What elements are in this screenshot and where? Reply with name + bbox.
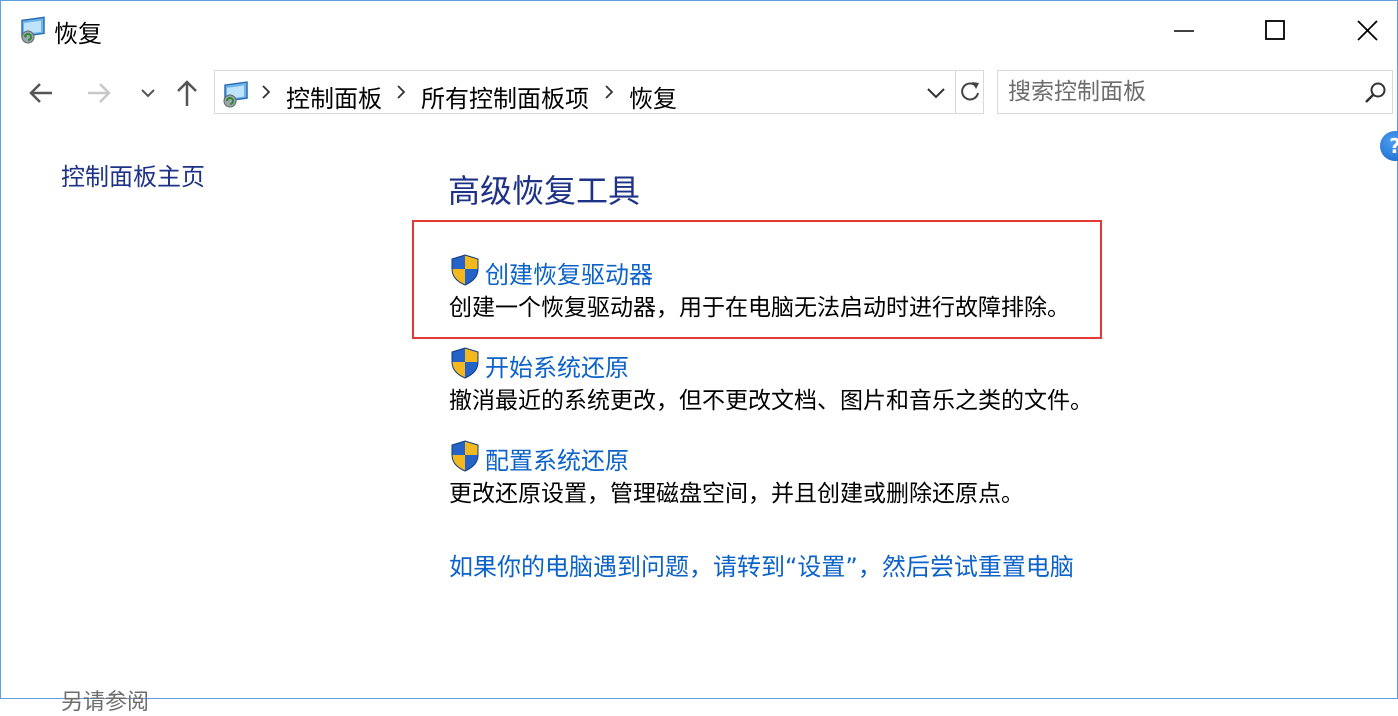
control-panel-home-link[interactable]: 控制面板主页: [61, 157, 205, 192]
maximize-button[interactable]: [1230, 0, 1322, 62]
configure-system-restore-link[interactable]: 配置系统还原: [485, 441, 629, 476]
window-title: 恢复: [54, 20, 102, 48]
close-icon: [1357, 20, 1378, 41]
navigation-bar: 控制面板 所有控制面板项 恢复: [0, 62, 1398, 124]
minimize-icon: [1174, 30, 1194, 32]
uac-shield-icon: [451, 347, 479, 379]
refresh-icon[interactable]: [957, 79, 983, 105]
up-button[interactable]: [172, 76, 202, 110]
forward-button[interactable]: [84, 76, 114, 110]
create-recovery-drive-link[interactable]: 创建恢复驱动器: [485, 255, 653, 290]
control-panel-icon: [223, 81, 248, 108]
breadcrumb-recovery[interactable]: 恢复: [629, 79, 677, 114]
start-system-restore-link[interactable]: 开始系统还原: [485, 348, 629, 383]
chevron-down-icon[interactable]: [923, 83, 949, 103]
close-button[interactable]: [1322, 0, 1398, 62]
chevron-right-icon[interactable]: [604, 83, 614, 101]
task-description: 更改还原设置，管理磁盘空间，并且创建或删除还原点。: [449, 481, 1024, 507]
page-title: 高级恢复工具: [448, 172, 641, 210]
breadcrumb-all-items[interactable]: 所有控制面板项: [421, 79, 589, 114]
task-description: 撤消最近的系统更改，但不更改文档、图片和音乐之类的文件。: [449, 388, 1093, 414]
recent-locations-button[interactable]: [138, 76, 158, 110]
address-bar[interactable]: 控制面板 所有控制面板项 恢复: [214, 70, 984, 114]
search-icon[interactable]: [1362, 80, 1388, 106]
divider: [955, 71, 956, 113]
reset-pc-link[interactable]: 如果你的电脑遇到问题，请转到“设置”，然后尝试重置电脑: [449, 547, 1074, 582]
control-panel-recovery-icon: [21, 16, 45, 44]
minimize-button[interactable]: [1138, 0, 1230, 62]
chevron-right-icon[interactable]: [396, 83, 406, 101]
title-bar[interactable]: 恢复: [0, 0, 1398, 62]
uac-shield-icon: [451, 254, 479, 286]
chevron-right-icon[interactable]: [261, 83, 271, 101]
maximize-icon: [1265, 20, 1285, 40]
help-icon[interactable]: ?: [1380, 131, 1398, 161]
search-box[interactable]: [997, 70, 1393, 114]
back-button[interactable]: [26, 76, 56, 110]
task-description: 创建一个恢复驱动器，用于在电脑无法启动时进行故障排除。: [449, 295, 1070, 321]
search-input[interactable]: [1008, 77, 1348, 107]
see-also-heading: 另请参阅: [61, 690, 150, 715]
uac-shield-icon: [451, 440, 479, 472]
breadcrumb-control-panel[interactable]: 控制面板: [286, 79, 382, 114]
